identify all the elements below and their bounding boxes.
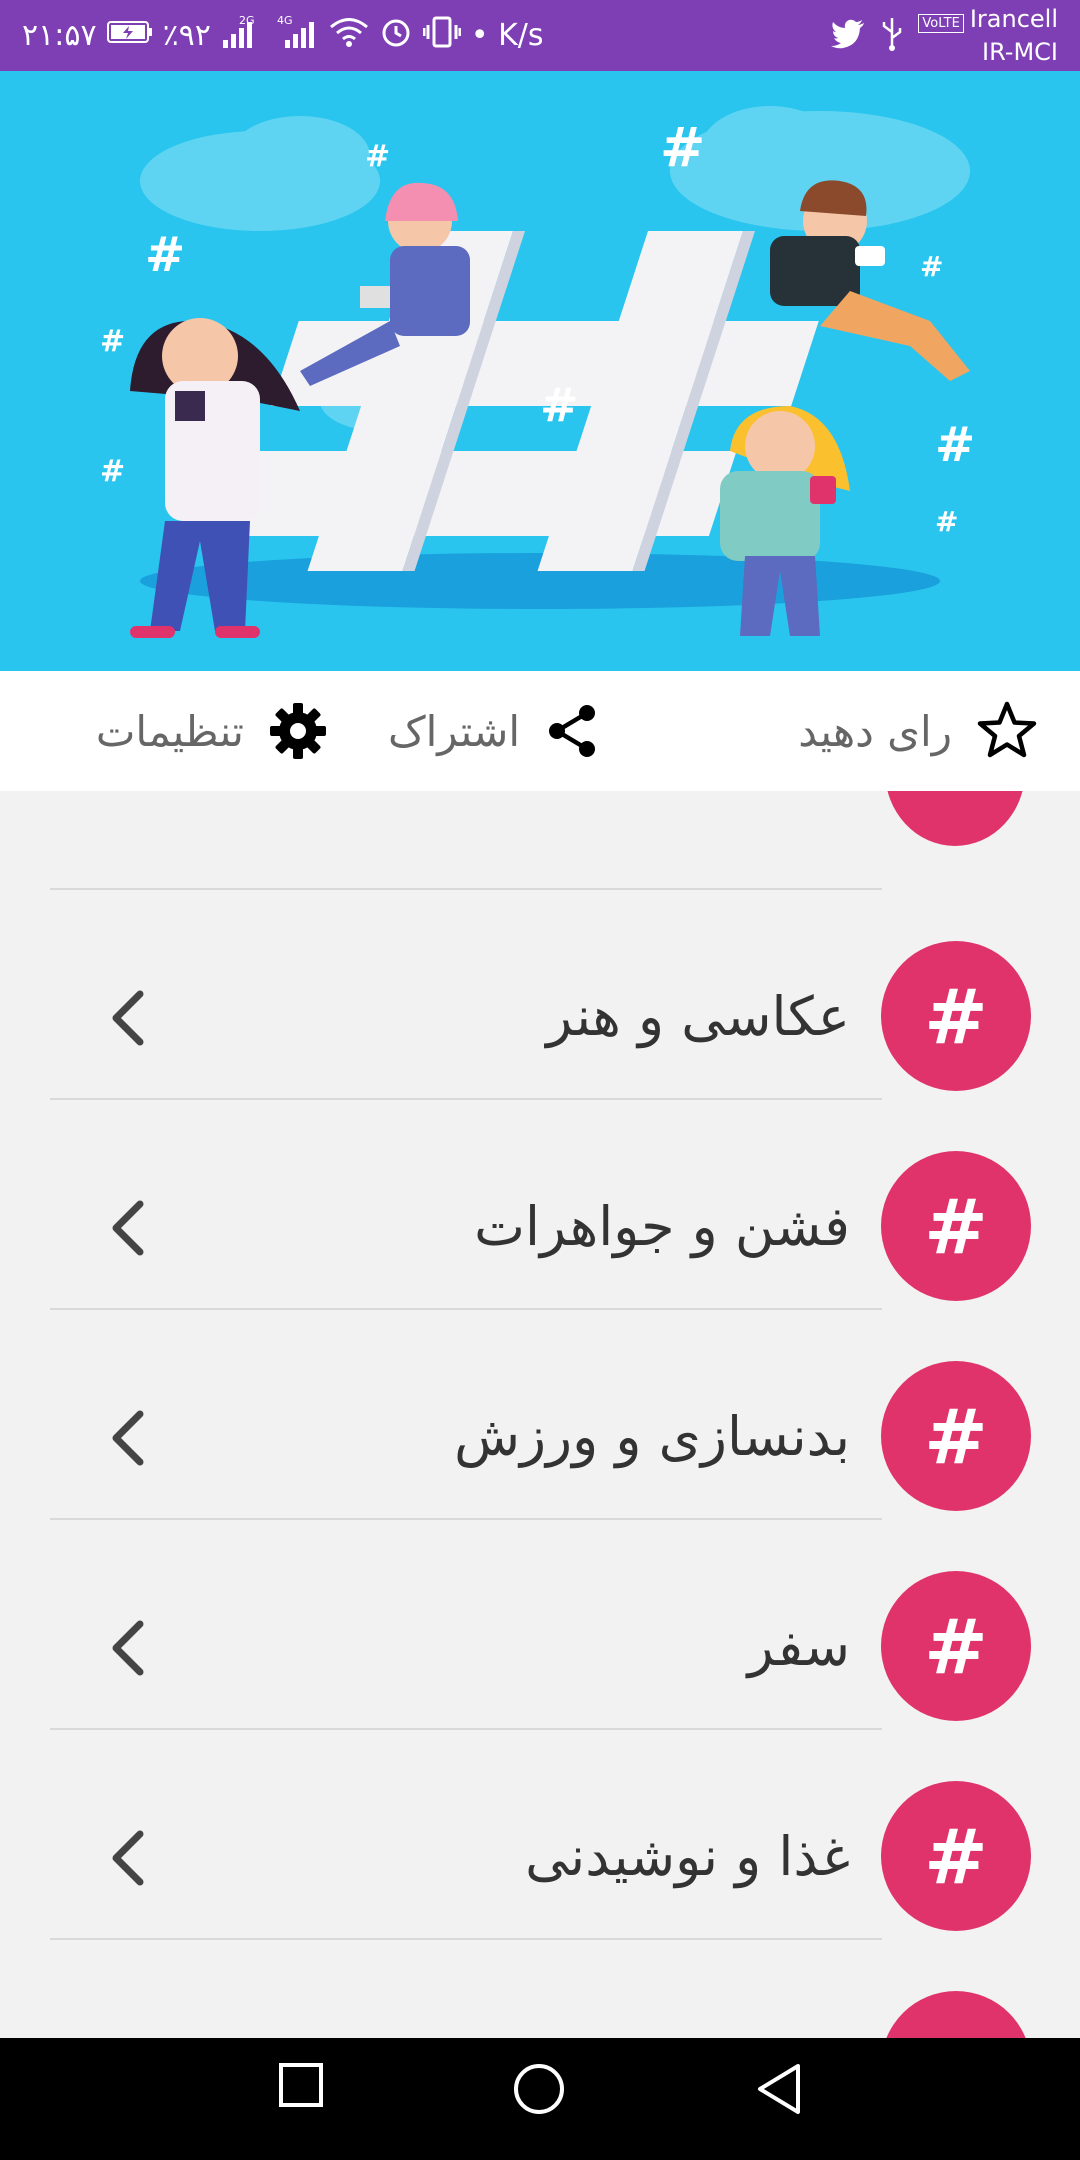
svg-text:#: #	[365, 139, 390, 174]
list-item[interactable]: # فشن و جواهرات	[0, 1101, 1080, 1311]
twitter-icon	[830, 19, 866, 53]
share-label: اشتراک	[388, 706, 520, 756]
home-icon[interactable]	[512, 2062, 566, 2116]
category-badge-partial	[885, 791, 1025, 846]
svg-text:2G: 2G	[239, 14, 255, 27]
svg-text:#: #	[100, 454, 125, 489]
chevron-left-icon	[112, 990, 144, 1046]
battery-percent: ٪۹۲	[162, 18, 211, 53]
list-item[interactable]: # بدنسازی و ورزش	[0, 1311, 1080, 1521]
carrier-info: VoLTE Irancell IR-MCI	[918, 5, 1058, 66]
chevron-left-icon	[112, 1620, 144, 1676]
vibrate-icon	[422, 15, 462, 57]
hero-banner: # # # # # # # # #	[0, 71, 1080, 671]
hashtag-badge: #	[881, 1361, 1031, 1511]
status-right: VoLTE Irancell IR-MCI	[830, 0, 1058, 71]
svg-text:#: #	[540, 378, 579, 432]
category-list: # عکاسی و هنر # فشن و جواهرات # بدنسازی …	[0, 791, 1080, 2038]
svg-text:#: #	[935, 505, 958, 538]
clock: ۲۱:۵۷	[22, 18, 97, 53]
alarm-icon	[379, 15, 413, 57]
divider	[50, 1938, 882, 1940]
list-item-label: فشن و جواهرات	[474, 1194, 850, 1258]
list-item-label: بدنسازی و ورزش	[454, 1404, 850, 1468]
chevron-left-icon	[112, 1410, 144, 1466]
volte-badge: VoLTE	[918, 14, 964, 33]
recent-apps-icon[interactable]	[278, 2062, 324, 2108]
svg-text:#: #	[920, 250, 943, 283]
list-item[interactable]: # غذا و نوشیدنی	[0, 1731, 1080, 1941]
hashtag-badge: #	[881, 1571, 1031, 1721]
divider	[50, 1728, 882, 1730]
svg-text:4G: 4G	[277, 14, 293, 27]
hashtag-badge: #	[881, 1781, 1031, 1931]
battery-icon	[106, 18, 153, 53]
hashtag-badge: #	[881, 1991, 1031, 2038]
share-button[interactable]: اشتراک	[388, 671, 600, 791]
list-item-label: عکاسی و هنر	[546, 984, 850, 1048]
rate-button[interactable]: رای دهید	[798, 671, 1038, 791]
divider	[50, 1308, 882, 1310]
usb-icon	[880, 16, 904, 56]
hashtag-badge: #	[881, 1151, 1031, 1301]
list-item[interactable]: # فالو کامنت لایک	[0, 1941, 1080, 2038]
list-item-label: غذا و نوشیدنی	[525, 1824, 850, 1888]
list-item-label: فالو کامنت لایک	[494, 2001, 850, 2039]
navigation-bar	[0, 2038, 1080, 2160]
chevron-left-icon	[112, 1200, 144, 1256]
hashtag-illustration: # # # # # # # # #	[100, 106, 975, 638]
star-icon	[976, 700, 1038, 762]
divider	[50, 888, 882, 890]
hashtag-badge: #	[881, 941, 1031, 1091]
chevron-left-icon	[112, 1830, 144, 1886]
network-speed: • K/s	[470, 18, 544, 53]
list-item[interactable]: # عکاسی و هنر	[0, 891, 1080, 1101]
carrier-primary: Irancell	[969, 5, 1058, 33]
settings-button[interactable]: تنظیمات	[96, 671, 328, 791]
rate-label: رای دهید	[798, 706, 952, 756]
divider	[50, 1098, 882, 1100]
svg-text:#: #	[100, 324, 125, 359]
signal-2g-icon: 2G	[221, 14, 265, 58]
share-icon	[544, 703, 600, 759]
gear-icon	[268, 701, 328, 761]
list-item-label: سفر	[747, 1614, 850, 1678]
signal-4g-icon: 4G	[275, 14, 319, 58]
svg-text:#: #	[660, 116, 705, 179]
back-icon[interactable]	[755, 2062, 803, 2116]
svg-text:#: #	[145, 227, 185, 283]
wifi-icon	[329, 16, 369, 56]
status-left: ۲۱:۵۷ ٪۹۲ 2G 4G • K/s	[22, 0, 544, 71]
settings-label: تنظیمات	[95, 706, 244, 756]
status-bar: ۲۱:۵۷ ٪۹۲ 2G 4G • K/s VoLTE Irancell IR-…	[0, 0, 1080, 71]
action-bar: رای دهید اشتراک تنظیمات	[0, 671, 1080, 791]
carrier-secondary: IR-MCI	[982, 38, 1058, 66]
divider	[50, 1518, 882, 1520]
list-item[interactable]: # سفر	[0, 1521, 1080, 1731]
svg-text:#: #	[935, 417, 975, 473]
